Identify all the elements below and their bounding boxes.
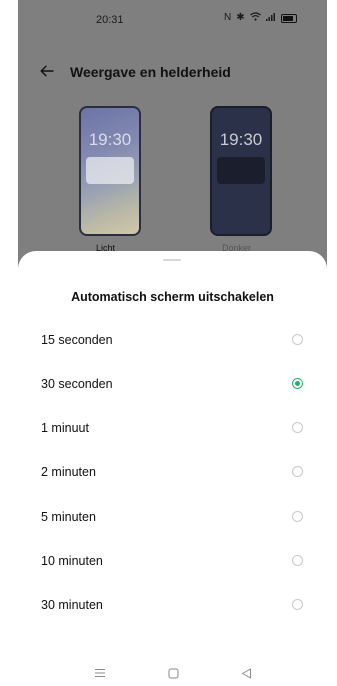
status-time: 20:31 [96, 14, 124, 26]
dark-preview-widget [217, 157, 265, 184]
option-2-minutes[interactable]: 2 minuten [18, 450, 327, 494]
bluetooth-icon: ✱ [236, 12, 245, 23]
radio-button[interactable] [292, 511, 303, 522]
theme-preview-dark[interactable]: 19:30 [210, 106, 272, 236]
theme-preview-light[interactable]: 19:30 [79, 106, 141, 236]
wifi-icon [249, 12, 261, 24]
back-arrow-icon[interactable] [38, 58, 56, 84]
light-preview-clock: 19:30 [88, 130, 132, 149]
radio-button[interactable] [292, 599, 303, 610]
option-15-seconds[interactable]: 15 seconden [18, 318, 327, 362]
radio-button[interactable] [292, 422, 303, 433]
option-30-minutes[interactable]: 30 minuten [18, 583, 327, 627]
option-label: 30 minuten [41, 598, 103, 612]
menu-icon[interactable] [92, 665, 108, 681]
option-label: 15 seconden [41, 333, 113, 347]
option-label: 30 seconden [41, 377, 113, 391]
option-label: 2 minuten [41, 465, 96, 479]
page-title: Weergave en helderheid [70, 64, 231, 80]
status-icons: N ✱ [224, 12, 297, 24]
back-triangle-icon[interactable] [238, 665, 254, 681]
dark-preview-clock: 19:30 [219, 130, 263, 149]
option-10-minutes[interactable]: 10 minuten [18, 539, 327, 583]
bottom-sheet-dialog: Automatisch scherm uitschakelen 15 secon… [18, 251, 327, 686]
option-5-minutes[interactable]: 5 minuten [18, 495, 327, 539]
battery-icon [280, 13, 297, 23]
signal-icon [265, 12, 276, 24]
radio-button[interactable] [292, 555, 303, 566]
light-preview-widget [86, 157, 134, 184]
navigation-bar [18, 660, 327, 686]
option-label: 5 minuten [41, 510, 96, 524]
option-30-seconds[interactable]: 30 seconden [18, 362, 327, 406]
option-label: 10 minuten [41, 554, 103, 568]
radio-button[interactable] [292, 334, 303, 345]
radio-button[interactable] [292, 466, 303, 477]
nfc-icon: N [224, 12, 232, 23]
top-bar: Weergave en helderheid [18, 58, 327, 88]
status-bar: 20:31 N ✱ [18, 0, 327, 32]
sheet-drag-handle[interactable] [163, 259, 181, 261]
option-label: 1 minuut [41, 421, 89, 435]
dialog-title: Automatisch scherm uitschakelen [71, 290, 274, 304]
home-icon[interactable] [165, 665, 181, 681]
option-1-minute[interactable]: 1 minuut [18, 406, 327, 450]
radio-button-selected[interactable] [292, 378, 303, 389]
phone-screen: 20:31 N ✱ Weergave en helderheid 19:30 1… [18, 0, 327, 686]
